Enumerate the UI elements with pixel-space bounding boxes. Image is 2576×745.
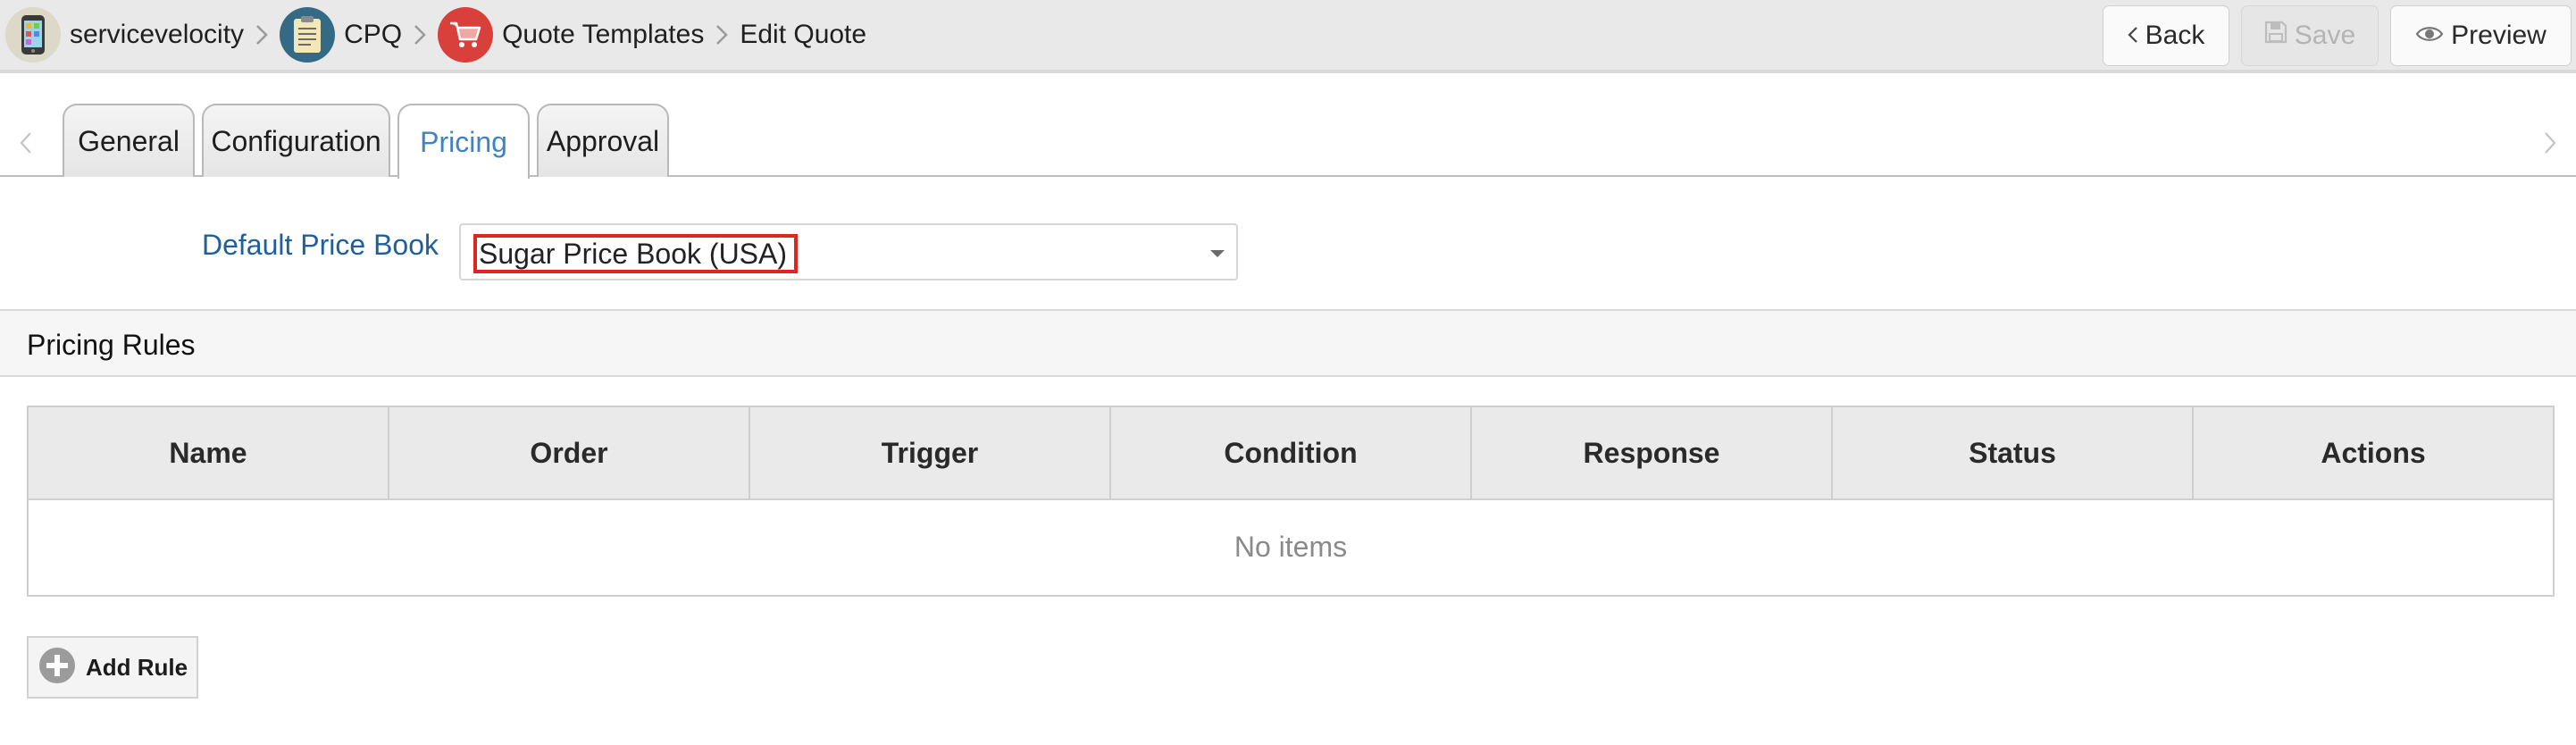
preview-button-label: Preview: [2451, 21, 2547, 50]
add-rule-button[interactable]: Add Rule: [27, 636, 198, 699]
chevron-right-icon: [244, 7, 280, 63]
pricing-rules-table: Name Order Trigger Condition Response St…: [27, 406, 2555, 597]
top-header: servicevelocity CPQ Quote Templates Edit…: [0, 0, 2576, 73]
column-header-condition[interactable]: Condition: [1111, 407, 1472, 498]
breadcrumb-label: CPQ: [344, 20, 403, 49]
default-price-book-value: Sugar Price Book (USA): [473, 234, 799, 273]
column-header-actions: Actions: [2321, 436, 2426, 469]
breadcrumb-label: servicevelocity: [70, 20, 245, 49]
shopping-cart-icon: [438, 7, 494, 63]
tab-configuration[interactable]: Configuration: [202, 104, 390, 177]
pricing-rules-panel-header: Pricing Rules: [0, 309, 2576, 377]
breadcrumb: servicevelocity CPQ Quote Templates Edit…: [5, 7, 866, 63]
tab-label: Approval: [546, 124, 660, 157]
breadcrumb-label: Quote Templates: [502, 20, 705, 49]
chevron-right-icon: [704, 7, 740, 63]
tab-strip: General Configuration Pricing Approval: [0, 77, 2576, 179]
table-empty-message: No items: [1234, 530, 1348, 563]
tab-label: Configuration: [211, 124, 381, 157]
column-header-status[interactable]: Status: [1833, 407, 2194, 498]
pricing-rules-title: Pricing Rules: [27, 329, 196, 361]
breadcrumb-current-label: Edit Quote: [740, 20, 867, 49]
tabs-scroll-left-icon[interactable]: [13, 125, 39, 161]
tab-general[interactable]: General: [63, 104, 195, 177]
chevron-left-icon: [2128, 21, 2138, 51]
table-header-row: Name Order Trigger Condition Response St…: [29, 407, 2553, 500]
breadcrumb-item-edit-quote: Edit Quote: [740, 7, 866, 63]
tab-approval[interactable]: Approval: [537, 104, 669, 177]
preview-button[interactable]: Preview: [2390, 5, 2572, 66]
add-rule-button-label: Add Rule: [86, 653, 188, 681]
back-button[interactable]: Back: [2103, 5, 2229, 66]
default-price-book-select[interactable]: Sugar Price Book (USA): [459, 223, 1238, 280]
dropdown-caret-icon: [1208, 245, 1227, 263]
floppy-disk-icon: [2264, 21, 2287, 51]
breadcrumb-item-cpq[interactable]: CPQ: [280, 7, 402, 63]
column-header-response[interactable]: Response: [1472, 407, 1833, 498]
eye-icon: [2415, 21, 2444, 51]
clipboard-icon: [280, 7, 336, 63]
tabs-scroll-right-icon[interactable]: [2537, 125, 2563, 161]
default-price-book-label: Default Price Book: [202, 229, 439, 261]
column-header-order[interactable]: Order: [389, 407, 750, 498]
tab-label: General: [78, 124, 180, 157]
back-button-label: Back: [2145, 21, 2205, 50]
tab-label: Pricing: [420, 125, 507, 158]
chevron-right-icon: [402, 7, 438, 63]
breadcrumb-item-quote-templates[interactable]: Quote Templates: [438, 7, 704, 63]
breadcrumb-item-servicevelocity[interactable]: servicevelocity: [5, 7, 244, 63]
save-button-label: Save: [2294, 21, 2356, 50]
tab-pricing[interactable]: Pricing: [397, 104, 530, 179]
save-button[interactable]: Save: [2241, 5, 2379, 66]
phone-app-icon: [5, 7, 61, 63]
column-header-name[interactable]: Name: [29, 407, 389, 498]
plus-circle-icon: [38, 646, 77, 690]
column-header-trigger[interactable]: Trigger: [750, 407, 1111, 498]
